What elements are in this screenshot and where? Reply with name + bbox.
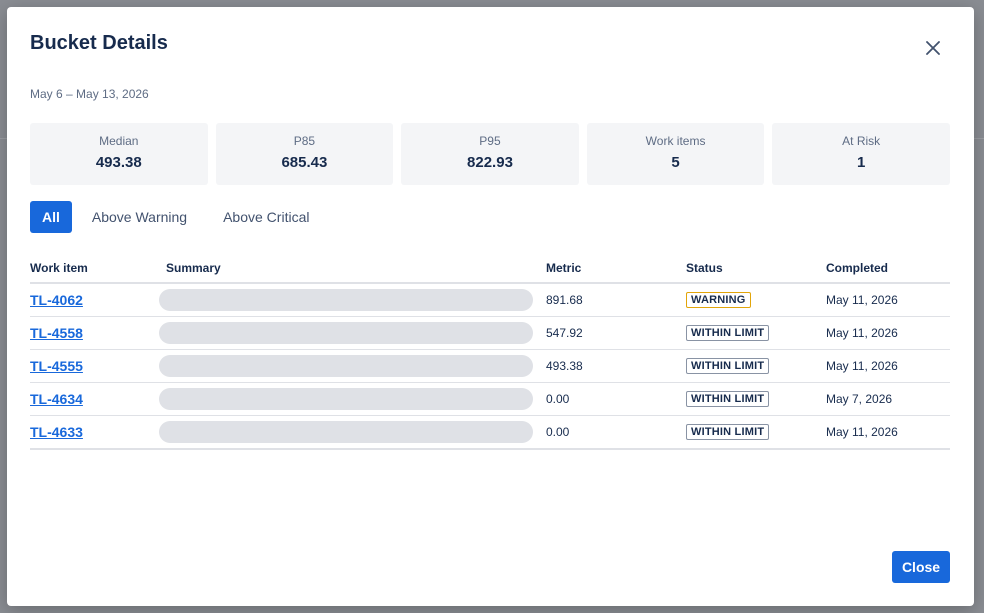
stat-label: At Risk xyxy=(842,134,881,148)
filter-above-warning[interactable]: Above Warning xyxy=(76,201,203,233)
stat-value: 822.93 xyxy=(467,154,513,171)
status-badge: WITHIN LIMIT xyxy=(686,358,770,374)
stat-label: P95 xyxy=(479,134,501,148)
table-row: TL-4062 891.68 WARNING May 11, 2026 xyxy=(30,283,950,317)
status-badge: WITHIN LIMIT xyxy=(686,391,770,407)
status-badge: WARNING xyxy=(686,292,751,308)
table-header-row: Work item Summary Metric Status Complete… xyxy=(30,253,950,284)
work-item-link[interactable]: TL-4634 xyxy=(30,391,83,407)
work-item-link[interactable]: TL-4062 xyxy=(30,292,83,308)
header-completed[interactable]: Completed xyxy=(826,253,950,284)
summary-placeholder xyxy=(159,289,533,311)
metric-cell: 891.68 xyxy=(546,283,686,317)
stat-p85: P85 685.43 xyxy=(215,123,394,185)
stat-value: 493.38 xyxy=(95,154,142,171)
work-items-table: Work item Summary Metric Status Complete… xyxy=(30,253,950,450)
stat-median: Median 493.38 xyxy=(30,123,208,185)
stat-value: 1 xyxy=(857,154,866,171)
header-summary[interactable]: Summary xyxy=(166,253,546,284)
stat-label: Work items xyxy=(645,134,706,148)
dialog-title: Bucket Details xyxy=(30,32,168,54)
status-badge: WITHIN LIMIT xyxy=(686,424,770,440)
stat-p95: P95 822.93 xyxy=(401,123,579,185)
metric-cell: 0.00 xyxy=(546,382,686,416)
summary-placeholder xyxy=(159,355,533,377)
table-row: TL-4555 493.38 WITHIN LIMIT May 11, 2026 xyxy=(30,349,950,383)
close-button[interactable]: Close xyxy=(892,551,950,583)
completed-cell: May 7, 2026 xyxy=(826,382,950,416)
header-metric[interactable]: Metric xyxy=(546,253,686,284)
work-item-link[interactable]: TL-4633 xyxy=(30,424,83,440)
header-status[interactable]: Status xyxy=(686,253,826,284)
table-row: TL-4558 547.92 WITHIN LIMIT May 11, 2026 xyxy=(30,316,950,350)
date-range: May 6 – May 13, 2026 xyxy=(30,87,149,101)
background-divider xyxy=(0,138,7,139)
bucket-details-dialog: Bucket Details May 6 – May 13, 2026 Medi… xyxy=(7,7,974,606)
summary-placeholder xyxy=(159,388,533,410)
completed-cell: May 11, 2026 xyxy=(826,349,950,383)
table-row: TL-4634 0.00 WITHIN LIMIT May 7, 2026 xyxy=(30,382,950,416)
work-item-link[interactable]: TL-4555 xyxy=(30,358,83,374)
stat-work-items: Work items 5 xyxy=(586,123,765,185)
table-row: TL-4633 0.00 WITHIN LIMIT May 11, 2026 xyxy=(30,415,950,450)
summary-placeholder xyxy=(159,421,533,443)
completed-cell: May 11, 2026 xyxy=(826,415,950,450)
work-item-link[interactable]: TL-4558 xyxy=(30,325,83,341)
filter-above-critical[interactable]: Above Critical xyxy=(207,201,325,233)
metric-cell: 547.92 xyxy=(546,316,686,350)
metric-cell: 0.00 xyxy=(546,415,686,450)
close-dialog-button[interactable] xyxy=(921,36,945,60)
header-work-item[interactable]: Work item xyxy=(30,253,166,284)
stat-value: 685.43 xyxy=(281,154,328,171)
close-icon xyxy=(926,41,940,55)
completed-cell: May 11, 2026 xyxy=(826,283,950,317)
summary-placeholder xyxy=(159,322,533,344)
stat-at-risk: At Risk 1 xyxy=(772,123,950,185)
filter-tabs: All Above Warning Above Critical xyxy=(30,201,325,233)
filter-all[interactable]: All xyxy=(30,201,72,233)
stat-label: Median xyxy=(99,134,139,148)
status-badge: WITHIN LIMIT xyxy=(686,325,770,341)
background-divider xyxy=(974,138,984,139)
completed-cell: May 11, 2026 xyxy=(826,316,950,350)
stat-label: P85 xyxy=(293,134,316,148)
metric-cell: 493.38 xyxy=(546,349,686,383)
stat-value: 5 xyxy=(671,154,680,171)
stats-row: Median 493.38 P85 685.43 P95 822.93 Work… xyxy=(30,123,950,185)
